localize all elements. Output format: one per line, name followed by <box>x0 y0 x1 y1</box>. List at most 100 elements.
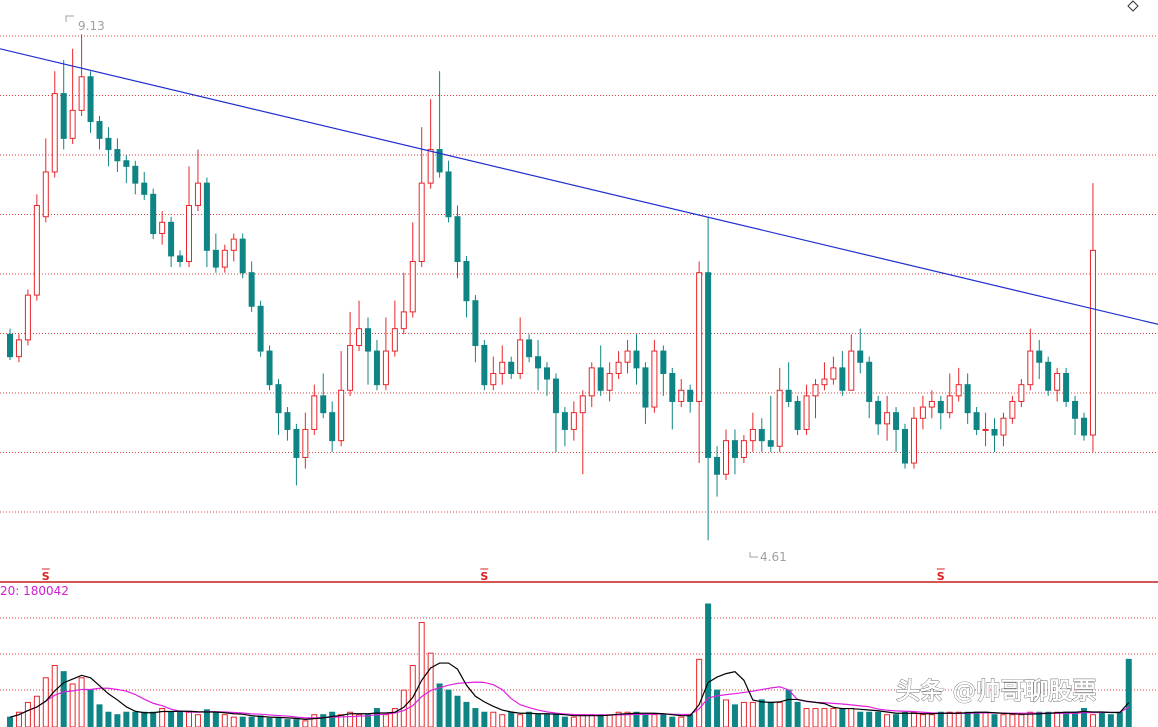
candle-up <box>517 339 524 374</box>
candle-up <box>490 372 497 386</box>
candle-down <box>561 412 568 430</box>
diamond-icon[interactable] <box>1127 0 1139 12</box>
volume-bar <box>857 711 864 727</box>
volume-bar <box>910 711 917 727</box>
candle-down <box>266 350 273 386</box>
volume-bar <box>696 658 703 727</box>
volume-bar <box>481 711 488 727</box>
candle-up <box>570 412 577 430</box>
volume-bar <box>302 720 309 727</box>
volume-bar <box>1000 714 1007 727</box>
candle-up <box>338 389 345 442</box>
volume-bar <box>848 708 855 727</box>
candle-down <box>544 367 550 380</box>
volume-bar <box>230 716 237 727</box>
volume-bar <box>78 677 85 727</box>
candle-down <box>758 428 765 442</box>
volume-bar <box>552 714 559 727</box>
volume-bar <box>490 711 497 727</box>
candle-up <box>606 372 613 391</box>
candle-up <box>579 395 586 414</box>
watermark-text: 头条 @帅哥聊股票 <box>896 677 1096 705</box>
volume-bar <box>1098 711 1105 727</box>
candle-down <box>203 182 210 251</box>
candle-up <box>615 361 622 374</box>
candle-up <box>159 221 166 235</box>
volume-bar <box>284 719 291 727</box>
candle-up <box>830 367 837 380</box>
candle-down <box>150 193 157 235</box>
candle-up <box>588 367 595 397</box>
candle-up <box>696 272 703 402</box>
low-price-label: 4.61 <box>760 550 787 564</box>
volume-bar <box>570 716 577 727</box>
candle-up <box>400 311 407 330</box>
candle-down <box>239 238 246 274</box>
volume-bar <box>248 716 255 727</box>
candle-down <box>937 400 944 414</box>
volume-bar <box>382 714 389 727</box>
watermark: 头条 @帅哥聊股票 <box>896 677 1097 706</box>
candle-down <box>275 384 282 414</box>
candle-up <box>678 389 685 402</box>
candle-down <box>1072 400 1079 419</box>
candle-down <box>212 249 219 268</box>
volume-bar <box>946 711 953 727</box>
candle-down <box>964 384 971 414</box>
candle-down <box>123 160 130 167</box>
candle-up <box>302 428 309 458</box>
candle-up <box>928 400 935 408</box>
volume-bar <box>7 716 13 727</box>
volume-bar <box>821 708 828 727</box>
candle-up <box>15 339 22 358</box>
volume-bar <box>928 714 935 727</box>
candle-down <box>284 412 291 430</box>
candle-up <box>1054 372 1061 391</box>
candlestick-chart: S S S 9.13 4.61 20: 180042 头条 @帅哥聊股票 <box>0 0 1158 727</box>
candle-up <box>1009 400 1016 419</box>
candle-down <box>660 350 667 374</box>
volume-bar <box>472 708 479 727</box>
candle-up <box>221 249 228 268</box>
candle-down <box>714 456 721 475</box>
candle-up <box>24 294 31 341</box>
volume-bar <box>830 708 837 727</box>
dividend-marker: S <box>480 570 488 583</box>
volume-bar <box>1036 711 1043 727</box>
volume-bar <box>508 711 515 727</box>
volume-bar <box>803 708 810 727</box>
candle-up <box>356 328 363 346</box>
candle-down <box>508 361 515 374</box>
volume-bar <box>1009 714 1016 727</box>
candle-up <box>624 350 631 363</box>
volume-bar <box>723 699 729 727</box>
high-price-label: 9.13 <box>78 19 105 33</box>
candle-down <box>1063 372 1070 402</box>
candle-up <box>821 378 828 386</box>
candle-up <box>955 384 962 397</box>
candle-down <box>105 137 112 151</box>
candle-down <box>687 389 694 402</box>
candle-up <box>910 417 917 464</box>
volume-bar <box>499 714 506 727</box>
candle-up <box>651 350 658 408</box>
candle-down <box>481 344 488 386</box>
candle-up <box>78 76 85 111</box>
candle-down <box>96 121 103 139</box>
volume-bar <box>937 711 944 727</box>
volume-bar <box>194 714 201 727</box>
volume-bar <box>597 714 604 727</box>
volume-bar <box>964 711 971 727</box>
volume-bar <box>517 714 524 727</box>
candle-down <box>177 255 184 263</box>
volume-bar <box>740 701 747 727</box>
candle-up <box>391 328 398 352</box>
candle-down <box>893 412 900 430</box>
volume-bar <box>1018 714 1025 727</box>
volume-bar <box>60 671 67 727</box>
volume-bar <box>1125 658 1132 727</box>
candle-down <box>866 361 873 402</box>
candle-up <box>776 389 783 447</box>
volume-bar <box>96 704 103 727</box>
volume-bar <box>731 704 738 727</box>
